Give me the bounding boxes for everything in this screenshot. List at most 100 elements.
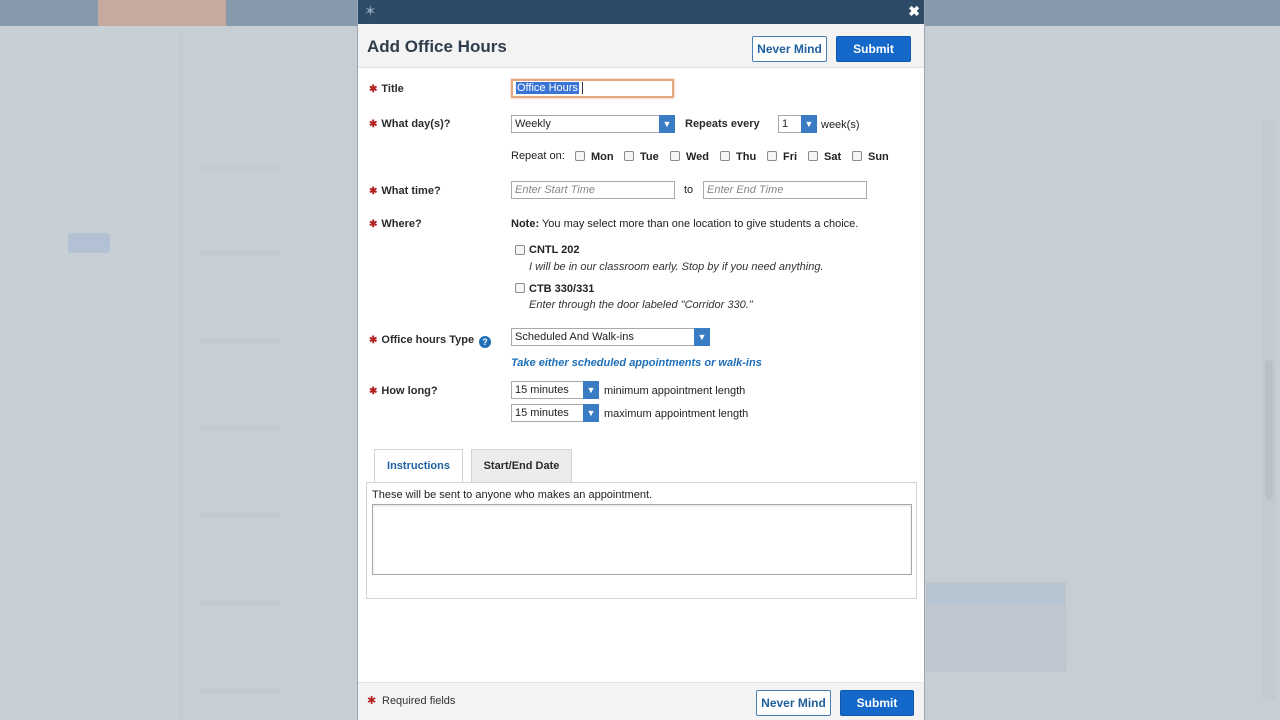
office-hours-type-select[interactable]: Scheduled And Walk-ins ▼ <box>511 328 710 346</box>
background-calendar-cell <box>154 177 178 198</box>
background-row <box>200 338 280 344</box>
background-calendar-cell <box>58 153 82 174</box>
weekday-checkbox-fri[interactable] <box>767 151 777 161</box>
min-length-select[interactable]: 15 minutes ▼ <box>511 381 599 399</box>
instructions-panel: These will be sent to anyone who makes a… <box>366 482 917 599</box>
required-star-icon: ✱ <box>367 695 377 707</box>
submit-button[interactable]: Submit <box>836 36 911 62</box>
background-nav-item-active <box>98 0 226 26</box>
background-calendar-cell <box>154 201 178 222</box>
background-calendar-cell <box>82 105 106 126</box>
end-time-input[interactable]: Enter End Time <box>703 181 867 199</box>
background-calendar-cell <box>130 201 154 222</box>
background-calendar-cell <box>58 81 82 102</box>
help-icon[interactable]: ? <box>479 336 491 348</box>
weekday-label-thu: Thu <box>736 151 757 163</box>
dialog-title: Add Office Hours <box>367 37 507 56</box>
background-calendar-cell <box>10 129 34 150</box>
repeat-count-select[interactable]: 1 ▼ <box>778 115 817 133</box>
background-calendar-cell <box>82 201 106 222</box>
dialog-top-bar: ✶ ✖ <box>358 0 924 24</box>
background-mini-calendar <box>10 81 180 225</box>
weekday-label-wed: Wed <box>686 151 710 163</box>
title-label: ✱ Title <box>369 83 404 95</box>
background-calendar-cell <box>154 81 178 102</box>
background-row <box>200 688 280 694</box>
background-row <box>200 512 280 518</box>
background-calendar-cell <box>82 81 106 102</box>
weekday-checkbox-sat[interactable] <box>808 151 818 161</box>
background-calendar-cell <box>58 177 82 198</box>
required-star-icon: ✱ <box>369 186 378 197</box>
background-calendar-cell <box>34 177 58 198</box>
background-event-panel <box>926 582 1066 672</box>
location-description: I will be in our classroom early. Stop b… <box>529 261 824 273</box>
how-long-label: ✱ How long? <box>369 385 438 397</box>
time-label: ✱ What time? <box>369 185 441 197</box>
max-length-select[interactable]: 15 minutes ▼ <box>511 404 599 422</box>
repeats-every-label: Repeats every <box>685 118 760 130</box>
frequency-select[interactable]: Weekly ▼ <box>511 115 675 133</box>
background-calendar-cell <box>10 153 34 174</box>
weekday-checkbox-mon[interactable] <box>575 151 585 161</box>
background-scrollbar-thumb <box>1265 360 1273 500</box>
background-nav-item <box>228 0 312 26</box>
title-input[interactable]: Office Hours <box>511 79 674 98</box>
required-star-icon: ✱ <box>369 335 378 346</box>
weekday-checkbox-tue[interactable] <box>624 151 634 161</box>
tab-instructions[interactable]: Instructions <box>374 449 463 484</box>
background-menu-icon <box>0 0 30 26</box>
background-left-pane <box>0 26 180 720</box>
days-label: ✱ What day(s)? <box>369 118 451 130</box>
location-checkbox-cntl-202[interactable] <box>515 245 525 255</box>
background-row <box>200 165 280 171</box>
background-calendar-cell <box>106 129 130 150</box>
add-office-hours-dialog: ✶ ✖ Add Office Hours Never Mind Submit ✱… <box>357 0 925 720</box>
background-calendar-cell <box>10 81 34 102</box>
weekday-checkbox-thu[interactable] <box>720 151 730 161</box>
office-hours-type-value: Scheduled And Walk-ins <box>515 331 634 343</box>
background-calendar-cell <box>154 153 178 174</box>
weekday-checkbox-sun[interactable] <box>852 151 862 161</box>
where-note: Note: You may select more than one locat… <box>511 218 858 230</box>
where-label: ✱ Where? <box>369 218 422 230</box>
location-name: CNTL 202 <box>529 244 580 256</box>
weekday-label-mon: Mon <box>591 151 614 163</box>
max-length-label: maximum appointment length <box>604 408 749 420</box>
location-checkbox-ctb-330[interactable] <box>515 283 525 293</box>
repeat-unit-label: week(s) <box>821 119 860 131</box>
footer-never-mind-button[interactable]: Never Mind <box>756 690 831 716</box>
required-star-icon: ✱ <box>369 386 378 397</box>
never-mind-button[interactable]: Never Mind <box>752 36 827 62</box>
background-row <box>200 425 280 431</box>
background-calendar-cell <box>34 105 58 126</box>
required-star-icon: ✱ <box>369 219 378 230</box>
repeat-on-label: Repeat on: <box>511 150 565 162</box>
max-length-value: 15 minutes <box>515 407 569 419</box>
weekday-checkbox-wed[interactable] <box>670 151 680 161</box>
close-icon[interactable]: ✖ <box>908 3 920 19</box>
time-to-label: to <box>684 184 694 196</box>
background-calendar-cell <box>106 105 130 126</box>
background-calendar-cell <box>154 129 178 150</box>
where-note-text: You may select more than one location to… <box>541 218 859 230</box>
background-nav-item <box>30 0 96 26</box>
instructions-textarea[interactable] <box>372 504 912 575</box>
background-row <box>200 600 280 606</box>
title-input-selected-text: Office Hours <box>516 82 579 94</box>
frequency-select-value: Weekly <box>515 118 551 130</box>
chevron-down-icon: ▼ <box>583 404 599 422</box>
background-calendar-cell <box>58 129 82 150</box>
required-fields-label: Required fields <box>382 695 456 707</box>
chevron-down-icon: ▼ <box>659 115 675 133</box>
text-cursor-icon <box>581 82 583 95</box>
weekday-label-fri: Fri <box>783 151 798 163</box>
weekday-label-tue: Tue <box>640 151 659 163</box>
tab-start-end-date[interactable]: Start/End Date <box>471 449 572 483</box>
background-calendar-cell <box>10 177 34 198</box>
office-hours-type-description: Take either scheduled appointments or wa… <box>511 357 762 369</box>
background-calendar-cell <box>130 81 154 102</box>
start-time-input[interactable]: Enter Start Time <box>511 181 675 199</box>
background-calendar-cell <box>106 177 130 198</box>
footer-submit-button[interactable]: Submit <box>840 690 914 716</box>
